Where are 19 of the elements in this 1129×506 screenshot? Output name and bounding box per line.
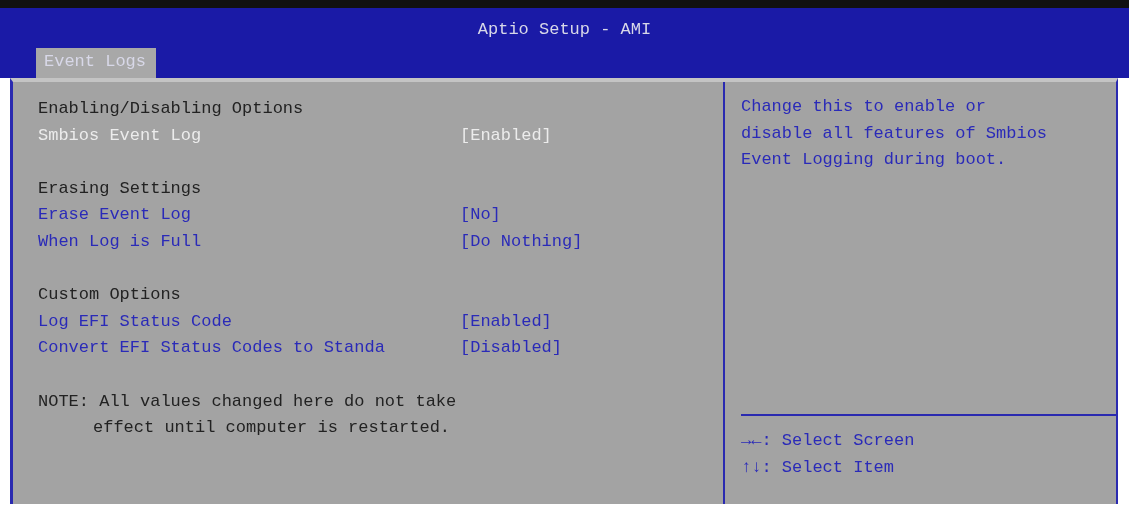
- help-text: Change this to enable or disable all features of Smbios Event Logging during boot.: [740, 96, 1049, 172]
- option-label[interactable]: Log EFI Status Code: [38, 311, 232, 331]
- option-label[interactable]: Erase Event Log: [38, 205, 192, 225]
- option-label[interactable]: When Log is Full: [38, 231, 202, 251]
- option-value[interactable]: [Disabled]: [460, 335, 563, 362]
- section-heading: Custom Options: [38, 284, 181, 307]
- note-text: effect until computer is restarted.: [92, 417, 451, 440]
- window-title: Aptio Setup - AMI: [477, 20, 652, 39]
- option-label[interactable]: Smbios Event Log: [38, 125, 202, 145]
- option-value[interactable]: [Do Nothing]: [460, 228, 583, 256]
- option-value[interactable]: [Enabled]: [460, 308, 552, 336]
- option-value[interactable]: [No]: [460, 202, 501, 229]
- key-hint: ↑↓: Select Item: [741, 456, 895, 479]
- option-value[interactable]: [Enabled]: [460, 122, 552, 150]
- section-heading: Enabling/Disabling Options: [38, 98, 304, 120]
- section-heading: Erasing Settings: [38, 177, 202, 200]
- option-label[interactable]: Convert EFI Status Codes to Standa: [38, 338, 385, 358]
- key-hint: →←: Select Screen: [741, 430, 915, 452]
- note-text: NOTE: All values changed here do not take: [38, 390, 457, 413]
